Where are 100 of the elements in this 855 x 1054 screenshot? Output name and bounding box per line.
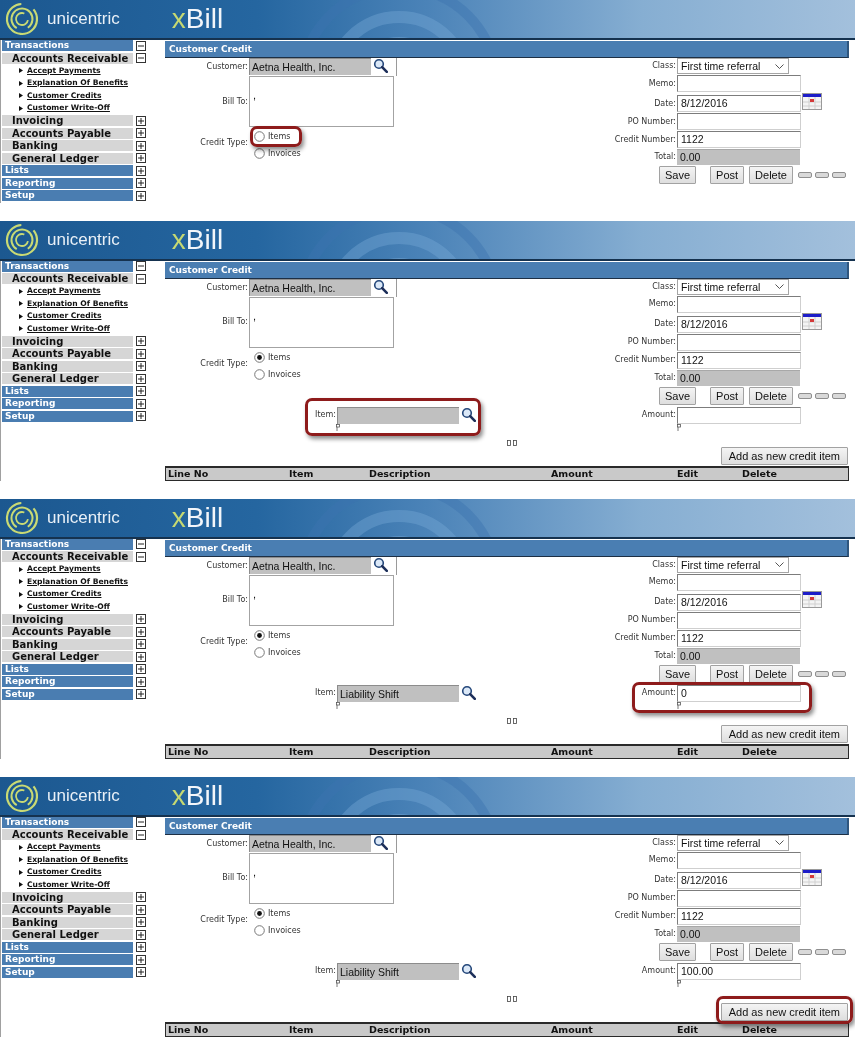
nav-group[interactable]: Invoicing: [2, 891, 133, 903]
expand-icon[interactable]: [136, 115, 146, 126]
blank-button[interactable]: [814, 670, 829, 677]
memo-field[interactable]: [677, 75, 801, 92]
bill-to-field[interactable]: ,: [249, 852, 394, 904]
radio-option[interactable]: Invoices: [254, 148, 301, 159]
nav-section[interactable]: Reporting: [2, 398, 133, 409]
action-button[interactable]: Post: [710, 664, 745, 683]
po-number-field[interactable]: [677, 889, 801, 907]
collapse-icon[interactable]: [136, 53, 146, 63]
bill-to-field[interactable]: ,: [249, 296, 394, 348]
radio-option[interactable]: Invoices: [254, 924, 301, 936]
nav-section[interactable]: Setup: [2, 688, 133, 700]
search-icon[interactable]: [461, 962, 476, 978]
nav-section[interactable]: Setup: [2, 410, 133, 422]
expand-icon[interactable]: [136, 128, 146, 138]
amount-field[interactable]: 100.00: [677, 962, 801, 980]
item-field[interactable]: [337, 406, 459, 424]
nav-group[interactable]: Accounts Payable: [2, 127, 133, 139]
search-icon[interactable]: [461, 406, 476, 422]
collapse-icon[interactable]: [136, 817, 146, 827]
radio-option[interactable]: Items: [254, 131, 291, 142]
collapse-icon[interactable]: [136, 539, 146, 549]
collapse-icon[interactable]: [136, 273, 146, 284]
expand-icon[interactable]: [136, 929, 146, 940]
credit-number-field[interactable]: 1122: [677, 351, 801, 369]
nav-group[interactable]: Banking: [2, 140, 133, 151]
date-field[interactable]: 8/12/2016: [677, 871, 801, 889]
memo-field[interactable]: [677, 295, 801, 313]
nav-section[interactable]: Lists: [2, 385, 133, 397]
search-icon[interactable]: [373, 278, 388, 294]
collapse-icon[interactable]: [136, 40, 146, 51]
nav-group[interactable]: Accounts Receivable: [2, 829, 133, 840]
expand-icon[interactable]: [136, 689, 146, 699]
nav-section[interactable]: Transactions: [2, 816, 133, 828]
nav-section[interactable]: Lists: [2, 941, 133, 953]
memo-field[interactable]: [677, 851, 801, 869]
nav-section[interactable]: Setup: [2, 190, 133, 201]
radio-option[interactable]: Invoices: [254, 646, 301, 658]
search-icon[interactable]: [461, 684, 476, 700]
expand-icon[interactable]: [136, 917, 146, 927]
expand-icon[interactable]: [136, 140, 146, 151]
action-button[interactable]: Delete: [749, 942, 793, 961]
nav-group[interactable]: General Ledger: [2, 152, 133, 164]
blank-button[interactable]: [831, 948, 846, 955]
expand-icon[interactable]: [136, 373, 146, 384]
nav-section[interactable]: Setup: [2, 966, 133, 978]
nav-section[interactable]: Reporting: [2, 676, 133, 687]
search-icon[interactable]: [373, 834, 388, 850]
action-button[interactable]: Delete: [749, 664, 793, 683]
credit-number-field[interactable]: 1122: [677, 629, 801, 647]
action-button[interactable]: Post: [710, 166, 745, 184]
action-button[interactable]: Delete: [749, 166, 793, 184]
bill-to-field[interactable]: ,: [249, 76, 394, 127]
expand-icon[interactable]: [136, 361, 146, 371]
collapse-icon[interactable]: [136, 829, 146, 840]
radio-option[interactable]: Invoices: [254, 368, 301, 380]
nav-group[interactable]: Accounts Payable: [2, 904, 133, 915]
date-field[interactable]: 8/12/2016: [677, 315, 801, 333]
blank-button[interactable]: [831, 392, 846, 399]
search-icon[interactable]: [373, 556, 388, 572]
expand-icon[interactable]: [136, 336, 146, 346]
expand-icon[interactable]: [136, 639, 146, 649]
blank-button[interactable]: [797, 670, 812, 677]
nav-section[interactable]: Transactions: [2, 40, 133, 51]
search-icon[interactable]: [373, 58, 388, 73]
nav-group[interactable]: Banking: [2, 360, 133, 372]
expand-icon[interactable]: [136, 398, 146, 409]
nav-section[interactable]: Transactions: [2, 260, 133, 272]
radio-option[interactable]: Items: [254, 907, 291, 919]
calendar-icon[interactable]: [802, 92, 822, 110]
nav-group[interactable]: General Ledger: [2, 929, 133, 940]
expand-icon[interactable]: [136, 386, 146, 396]
po-number-field[interactable]: [677, 611, 801, 629]
credit-number-field[interactable]: 1122: [677, 907, 801, 925]
blank-button[interactable]: [814, 948, 829, 955]
expand-icon[interactable]: [136, 411, 146, 421]
action-button[interactable]: Post: [710, 386, 745, 405]
blank-button[interactable]: [797, 392, 812, 399]
expand-icon[interactable]: [136, 614, 146, 624]
date-field[interactable]: 8/12/2016: [677, 95, 801, 112]
po-number-field[interactable]: [677, 333, 801, 351]
blank-button[interactable]: [831, 670, 846, 677]
add-credit-item-button[interactable]: Add as new credit item: [720, 446, 848, 465]
expand-icon[interactable]: [136, 178, 146, 188]
collapse-icon[interactable]: [136, 261, 146, 271]
expand-icon[interactable]: [136, 664, 146, 674]
expand-icon[interactable]: [136, 676, 146, 687]
nav-group[interactable]: Accounts Payable: [2, 626, 133, 637]
radio-option[interactable]: Items: [254, 629, 291, 641]
expand-icon[interactable]: [136, 153, 146, 163]
expand-icon[interactable]: [136, 904, 146, 915]
nav-section[interactable]: Lists: [2, 165, 133, 176]
nav-group[interactable]: Accounts Receivable: [2, 273, 133, 284]
add-credit-item-button[interactable]: Add as new credit item: [720, 724, 848, 743]
expand-icon[interactable]: [136, 348, 146, 359]
calendar-icon[interactable]: [802, 313, 822, 330]
nav-group[interactable]: Banking: [2, 916, 133, 928]
date-field[interactable]: 8/12/2016: [677, 593, 801, 611]
action-button[interactable]: Save: [659, 942, 697, 961]
